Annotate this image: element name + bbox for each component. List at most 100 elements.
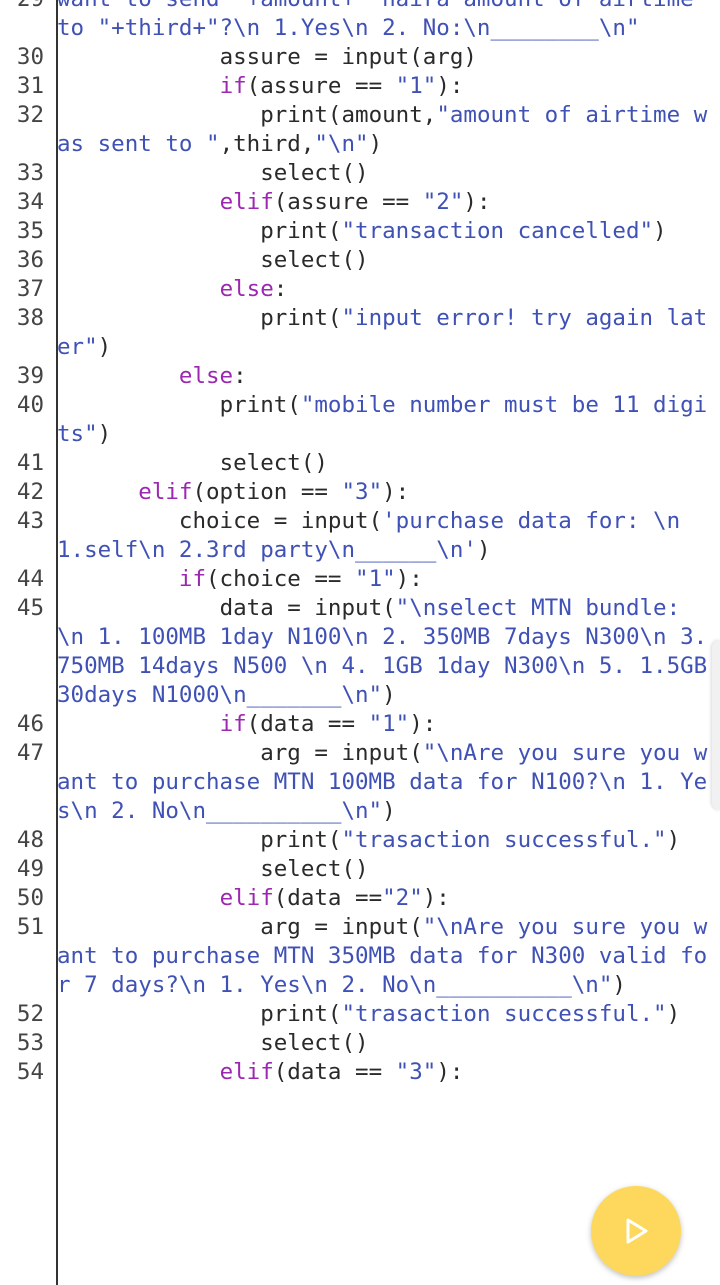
- code-text[interactable]: choice = input('purchase data for: \n 1.…: [52, 507, 720, 565]
- code-text[interactable]: print(amount,"amount of airtime was sent…: [52, 101, 720, 159]
- code-text[interactable]: select(): [52, 159, 720, 188]
- code-token: print(: [57, 218, 342, 244]
- code-text[interactable]: if(choice == "1"):: [52, 565, 720, 594]
- code-line: 53 select(): [0, 1029, 720, 1058]
- code-token: ):: [395, 566, 423, 592]
- code-string: "1": [395, 73, 437, 99]
- code-text[interactable]: print("input error! try again later"): [52, 304, 720, 362]
- code-token: (option ==: [192, 479, 342, 505]
- code-token: (choice ==: [206, 566, 356, 592]
- line-number: 48: [16, 827, 44, 853]
- code-token: select(): [57, 856, 369, 882]
- line-number: 45: [16, 595, 44, 621]
- line-number: 52: [16, 1001, 44, 1027]
- code-keyword: elif: [57, 189, 274, 215]
- code-token: ): [382, 798, 396, 824]
- code-line: 32 print(amount,"amount of airtime was s…: [0, 101, 720, 159]
- code-token: ): [382, 682, 396, 708]
- line-number: 43: [16, 508, 44, 534]
- code-text[interactable]: select(): [52, 1029, 720, 1058]
- code-text[interactable]: want to send "+amount+" naira amount of …: [52, 0, 720, 43]
- code-line: 48 print("trasaction successful."): [0, 826, 720, 855]
- code-lines: 29want to send "+amount+" naira amount o…: [0, 0, 720, 1087]
- code-token: ): [476, 537, 491, 563]
- line-number: 30: [16, 44, 44, 70]
- code-keyword: if: [57, 566, 207, 592]
- line-number: 53: [16, 1030, 44, 1056]
- code-token: assure = input(arg): [57, 44, 477, 70]
- code-text[interactable]: elif(assure == "2"):: [52, 188, 720, 217]
- code-token: print(: [57, 1001, 342, 1027]
- code-text[interactable]: elif(option == "3"):: [52, 478, 720, 507]
- code-editor[interactable]: 29want to send "+amount+" naira amount o…: [0, 0, 720, 1285]
- code-token: (assure ==: [273, 189, 423, 215]
- run-button[interactable]: [591, 1186, 681, 1276]
- code-text[interactable]: select(): [52, 449, 720, 478]
- code-line: 36 select(): [0, 246, 720, 275]
- code-token: (data ==: [273, 1059, 396, 1085]
- code-token: ):: [409, 711, 437, 737]
- code-text[interactable]: elif(data =="2"):: [52, 884, 720, 913]
- code-token: :: [233, 363, 247, 389]
- code-token: data = input(: [57, 595, 396, 621]
- line-number: 35: [16, 218, 44, 244]
- play-icon: [621, 1186, 651, 1250]
- edge-drawer-handle[interactable]: [712, 640, 720, 810]
- code-token: ): [97, 421, 112, 447]
- code-keyword: else: [57, 363, 234, 389]
- code-text[interactable]: select(): [52, 855, 720, 884]
- code-line: 47 arg = input("\nAre you sure you want …: [0, 739, 720, 826]
- code-token: arg = input(: [57, 914, 423, 940]
- code-token: ): [653, 218, 667, 244]
- code-text[interactable]: arg = input("\nAre you sure you want to …: [52, 739, 720, 826]
- code-line: 43 choice = input('purchase data for: \n…: [0, 507, 720, 565]
- code-token: ): [612, 972, 626, 998]
- code-token: ):: [436, 1059, 464, 1085]
- code-token: (data ==: [273, 885, 383, 911]
- code-token: :: [273, 276, 288, 302]
- code-line: 44 if(choice == "1"):: [0, 565, 720, 594]
- code-token: print(amount,: [57, 102, 437, 128]
- line-number: 33: [16, 160, 44, 186]
- code-token: ): [666, 827, 681, 853]
- code-text[interactable]: if(data == "1"):: [52, 710, 720, 739]
- code-token: ): [368, 131, 383, 157]
- code-text[interactable]: print("trasaction successful."): [52, 1000, 720, 1029]
- code-line: 30 assure = input(arg): [0, 43, 720, 72]
- code-text[interactable]: data = input("\nselect MTN bundle: \n 1.…: [52, 594, 720, 710]
- code-text[interactable]: assure = input(arg): [52, 43, 720, 72]
- line-number: 42: [16, 479, 44, 505]
- code-text[interactable]: elif(data == "3"):: [52, 1058, 720, 1087]
- line-number: 38: [16, 305, 44, 331]
- code-token: select(): [57, 160, 369, 186]
- code-line: 40 print("mobile number must be 11 digit…: [0, 391, 720, 449]
- code-string: "1": [368, 711, 410, 737]
- code-text[interactable]: else:: [52, 362, 720, 391]
- code-string: "2": [422, 189, 464, 215]
- code-token: select(): [57, 247, 369, 273]
- code-line: 29want to send "+amount+" naira amount o…: [0, 0, 720, 43]
- code-text[interactable]: arg = input("\nAre you sure you want to …: [52, 913, 720, 1000]
- code-string: "trasaction successful.": [341, 1001, 667, 1027]
- code-text[interactable]: print("trasaction successful."): [52, 826, 720, 855]
- code-line: 45 data = input("\nselect MTN bundle: \n…: [0, 594, 720, 710]
- line-number: 37: [16, 276, 44, 302]
- line-number: 41: [16, 450, 44, 476]
- code-token: ): [666, 1001, 681, 1027]
- line-number: 46: [16, 711, 44, 737]
- code-text[interactable]: if(assure == "1"):: [52, 72, 720, 101]
- code-token: print(: [57, 305, 342, 331]
- code-text[interactable]: print("mobile number must be 11 digits"): [52, 391, 720, 449]
- code-text[interactable]: select(): [52, 246, 720, 275]
- line-number: 31: [16, 73, 44, 99]
- code-line: 35 print("transaction cancelled"): [0, 217, 720, 246]
- line-number: 34: [16, 189, 44, 215]
- code-string: "trasaction successful.": [341, 827, 667, 853]
- code-line: 42 elif(option == "3"):: [0, 478, 720, 507]
- code-token: print(: [57, 392, 301, 418]
- code-token: ):: [382, 479, 410, 505]
- code-text[interactable]: print("transaction cancelled"): [52, 217, 720, 246]
- code-line: 51 arg = input("\nAre you sure you want …: [0, 913, 720, 1000]
- code-token: ):: [422, 885, 450, 911]
- code-text[interactable]: else:: [52, 275, 720, 304]
